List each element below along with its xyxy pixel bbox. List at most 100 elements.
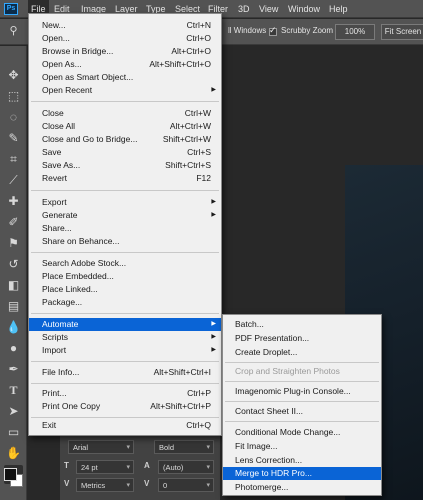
menu-item-save[interactable]: Save Ctrl+S xyxy=(29,146,221,159)
menu-item-open[interactable]: Open... Ctrl+O xyxy=(29,32,221,45)
menu-item-export[interactable]: Export ▶ xyxy=(29,196,221,209)
submenu-item-conditional-mode-change[interactable]: Conditional Mode Change... xyxy=(223,426,381,439)
chevron-down-icon: ▾ xyxy=(126,464,130,471)
move-tool-icon[interactable]: ✥ xyxy=(4,66,23,85)
menu-item-label: Share... xyxy=(42,223,72,233)
menu-item-shortcut: Ctrl+O xyxy=(186,33,211,43)
submenu-item-create-droplet[interactable]: Create Droplet... xyxy=(223,346,381,359)
hand-tool-icon[interactable]: ✋ xyxy=(4,444,23,463)
crop-tool-icon[interactable]: ⌗ xyxy=(4,150,23,169)
zoom-100-button[interactable]: 100% xyxy=(335,24,375,40)
menu-item-revert[interactable]: Revert F12 xyxy=(29,172,221,185)
menu-item-shortcut: Ctrl+W xyxy=(184,108,211,118)
type-tool-icon[interactable]: T xyxy=(4,381,23,400)
menu-item-close[interactable]: Close Ctrl+W xyxy=(29,107,221,120)
submenu-item-fit-image[interactable]: Fit Image... xyxy=(223,440,381,453)
submenu-arrow-icon: ▶ xyxy=(211,347,216,353)
kerning-value: Metrics xyxy=(81,481,106,490)
healing-brush-icon[interactable]: ✚ xyxy=(4,192,23,211)
submenu-item-contact-sheet[interactable]: Contact Sheet II... xyxy=(223,405,381,418)
submenu-item-lens-correction[interactable]: Lens Correction... xyxy=(223,454,381,467)
gradient-tool-icon[interactable]: ▤ xyxy=(4,297,23,316)
leading-select[interactable]: (Auto) ▾ xyxy=(158,460,214,474)
tracking-select[interactable]: 0 ▾ xyxy=(158,478,214,492)
menu-help[interactable]: Help xyxy=(326,0,351,18)
menu-item-file-info[interactable]: File Info... Alt+Shift+Ctrl+I xyxy=(29,366,221,379)
menu-item-place-embedded[interactable]: Place Embedded... xyxy=(29,270,221,283)
chevron-down-icon: ▾ xyxy=(126,482,130,489)
menu-item-label: Import xyxy=(42,345,67,355)
history-brush-icon[interactable]: ↺ xyxy=(4,255,23,274)
menu-item-share[interactable]: Share... xyxy=(29,222,221,235)
font-style-select[interactable]: Bold ▾ xyxy=(154,440,214,454)
menu-separator xyxy=(225,401,379,402)
menu-separator xyxy=(225,362,379,363)
menu-item-print[interactable]: Print... Ctrl+P xyxy=(29,387,221,400)
menu-item-import[interactable]: Import ▶ xyxy=(29,344,221,357)
menu-item-open-as[interactable]: Open As... Alt+Shift+Ctrl+O xyxy=(29,58,221,71)
menu-item-close-all[interactable]: Close All Alt+Ctrl+W xyxy=(29,120,221,133)
menu-item-save-as[interactable]: Save As... Shift+Ctrl+S xyxy=(29,159,221,172)
menu-item-shortcut: Alt+Ctrl+O xyxy=(171,46,211,56)
menu-item-search-adobe-stock[interactable]: Search Adobe Stock... xyxy=(29,257,221,270)
blur-tool-icon[interactable]: 💧 xyxy=(4,318,23,337)
menu-separator xyxy=(31,417,219,418)
menu-item-label: New... xyxy=(42,20,66,30)
menu-item-shortcut: Ctrl+S xyxy=(187,147,211,157)
dodge-tool-icon[interactable]: ● xyxy=(4,339,23,358)
menu-item-open-recent[interactable]: Open Recent ▶ xyxy=(29,84,221,97)
submenu-item-imagenomic-console[interactable]: Imagenomic Plug-in Console... xyxy=(223,385,381,398)
menu-item-label: Share on Behance... xyxy=(42,236,120,246)
kerning-select[interactable]: Metrics ▾ xyxy=(76,478,134,492)
scrubby-zoom-checkbox[interactable] xyxy=(269,25,277,36)
submenu-item-merge-to-hdr-pro[interactable]: Merge to HDR Pro... xyxy=(223,467,381,480)
menu-item-browse-in-bridge[interactable]: Browse in Bridge... Alt+Ctrl+O xyxy=(29,45,221,58)
menu-view[interactable]: View xyxy=(256,0,281,18)
menu-item-exit[interactable]: Exit Ctrl+Q xyxy=(29,419,221,432)
menu-item-label: Place Embedded... xyxy=(42,271,114,281)
clone-stamp-icon[interactable]: ⚑ xyxy=(4,234,23,253)
menu-item-automate[interactable]: Automate ▶ xyxy=(29,318,221,331)
leading-icon: A xyxy=(144,461,150,470)
path-select-icon[interactable]: ➤ xyxy=(4,402,23,421)
menu-item-new[interactable]: New... Ctrl+N xyxy=(29,19,221,32)
menu-separator xyxy=(31,361,219,362)
rectangle-tool-icon[interactable]: ▭ xyxy=(4,423,23,442)
eyedropper-icon[interactable]: ⟋ xyxy=(4,171,23,190)
pen-tool-icon[interactable]: ✒ xyxy=(4,360,23,379)
submenu-item-crop-and-straighten: Crop and Straighten Photos xyxy=(235,366,340,376)
quick-select-icon[interactable]: ✎ xyxy=(4,129,23,148)
menu-item-label: Open Recent xyxy=(42,85,93,95)
menu-item-print-one-copy[interactable]: Print One Copy Alt+Shift+Ctrl+P xyxy=(29,400,221,413)
menu-item-label: Close and Go to Bridge... xyxy=(42,134,138,144)
foreground-color-swatch[interactable] xyxy=(4,468,17,481)
menu-item-close-and-go-to-bridge[interactable]: Close and Go to Bridge... Shift+Ctrl+W xyxy=(29,133,221,146)
lasso-tool-icon[interactable]: ◌ xyxy=(4,108,23,127)
menu-item-shortcut: Alt+Shift+Ctrl+P xyxy=(150,401,211,411)
submenu-item-pdf-presentation[interactable]: PDF Presentation... xyxy=(223,332,381,345)
menu-item-label: Save xyxy=(42,147,62,157)
submenu-item-batch[interactable]: Batch... xyxy=(223,318,381,331)
menu-3d[interactable]: 3D xyxy=(235,0,253,18)
eraser-icon[interactable]: ◧ xyxy=(4,276,23,295)
menu-window[interactable]: Window xyxy=(285,0,323,18)
menu-item-label: Browse in Bridge... xyxy=(42,46,114,56)
file-menu-dropdown: New... Ctrl+N Open... Ctrl+O Browse in Bri… xyxy=(28,13,222,436)
menu-item-open-as-smart-object[interactable]: Open as Smart Object... xyxy=(29,71,221,84)
submenu-item-photomerge[interactable]: Photomerge... xyxy=(223,481,381,494)
menu-item-label: Package... xyxy=(42,297,83,307)
menu-item-share-on-behance[interactable]: Share on Behance... xyxy=(29,235,221,248)
menu-item-generate[interactable]: Generate ▶ xyxy=(29,209,221,222)
marquee-tool-icon[interactable]: ⬚ xyxy=(4,87,23,106)
zoom-icon[interactable]: ⚲ xyxy=(4,22,23,41)
menu-separator xyxy=(225,381,379,382)
brush-tool-icon[interactable]: ✐ xyxy=(4,213,23,232)
fit-screen-button[interactable]: Fit Screen xyxy=(381,24,423,40)
menu-item-package[interactable]: Package... xyxy=(29,296,221,309)
menu-item-place-linked[interactable]: Place Linked... xyxy=(29,283,221,296)
menu-item-label: File Info... xyxy=(42,367,80,377)
font-family-select[interactable]: Arial ▾ xyxy=(68,440,134,454)
font-size-icon: T xyxy=(64,461,69,470)
menu-item-scripts[interactable]: Scripts ▶ xyxy=(29,331,221,344)
font-size-select[interactable]: 24 pt ▾ xyxy=(76,460,134,474)
